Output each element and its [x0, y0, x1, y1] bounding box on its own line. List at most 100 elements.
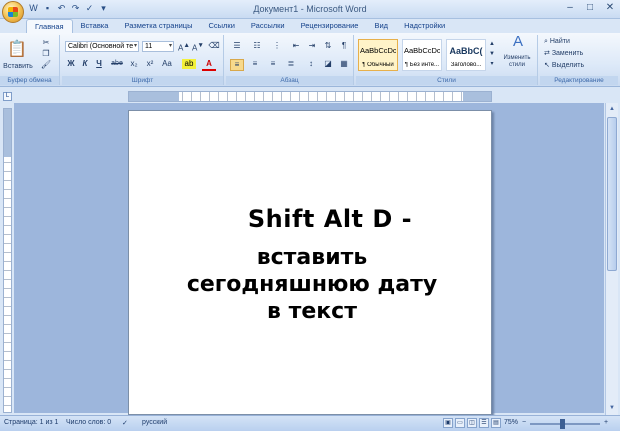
- font-size-combo[interactable]: 11 ▾: [142, 41, 174, 52]
- font-name-combo[interactable]: Calibri (Основной те ▾: [65, 41, 139, 52]
- chevron-down-icon: ▾: [168, 43, 172, 49]
- shading-icon[interactable]: ◪: [322, 59, 334, 69]
- style-no-spacing[interactable]: AaBbCcDc ¶ Без инте...: [402, 39, 442, 71]
- highlight-icon[interactable]: ab: [182, 59, 196, 69]
- borders-icon[interactable]: ▦: [338, 59, 350, 69]
- full-screen-icon[interactable]: ▭: [455, 418, 465, 428]
- find-button[interactable]: ⌕ Найти: [544, 37, 614, 47]
- replace-button[interactable]: ⇄ Заменить: [544, 49, 614, 59]
- style-name: ¶ Обычный: [362, 62, 394, 68]
- document-line-4: в текст: [267, 299, 357, 324]
- tab-insert[interactable]: Вставка: [73, 19, 117, 33]
- decrease-indent-icon[interactable]: ⇤: [290, 41, 302, 51]
- align-right-icon[interactable]: ≡: [266, 59, 280, 69]
- tab-home[interactable]: Главная: [26, 19, 73, 33]
- vertical-scrollbar[interactable]: ▲ ▼: [605, 103, 618, 415]
- tab-page-layout[interactable]: Разметка страницы: [116, 19, 200, 33]
- find-label: Найти: [549, 38, 570, 45]
- format-painter-icon[interactable]: 🖌: [40, 60, 52, 70]
- tab-view[interactable]: Вид: [366, 19, 396, 33]
- tab-references[interactable]: Ссылки: [200, 19, 242, 33]
- page-count[interactable]: Страница: 1 из 1: [4, 419, 58, 426]
- styles-scroll-icon[interactable]: ▲ ▼ ▾: [488, 39, 496, 69]
- style-sample: AaBbCcDc: [404, 46, 440, 55]
- pilcrow-icon[interactable]: ¶: [338, 41, 350, 51]
- grow-font-icon[interactable]: A▲: [178, 41, 190, 54]
- justify-icon[interactable]: ≣: [284, 59, 298, 69]
- font-size-value: 11: [145, 43, 153, 50]
- underline-button[interactable]: Ч: [94, 59, 104, 69]
- bullets-icon[interactable]: ☰: [230, 41, 244, 51]
- tab-mailings[interactable]: Рассылки: [243, 19, 293, 33]
- style-heading[interactable]: AaBbC( Заголово...: [446, 39, 486, 71]
- web-layout-icon[interactable]: ◫: [467, 418, 477, 428]
- print-layout-icon[interactable]: ▣: [443, 418, 453, 428]
- font-group-label: Шрифт: [62, 76, 223, 85]
- style-name: ¶ Без инте...: [404, 62, 440, 68]
- align-left-icon[interactable]: ≡: [230, 59, 244, 71]
- document-body[interactable]: Shift Alt D - вставить сегодняшнюю дату …: [129, 205, 491, 324]
- zoom-out-icon[interactable]: −: [522, 419, 526, 426]
- change-styles-button[interactable]: Изменить стили: [498, 55, 536, 69]
- document-page[interactable]: Shift Alt D - вставить сегодняшнюю дату …: [128, 110, 492, 415]
- language-indicator[interactable]: русский: [142, 419, 167, 426]
- clipboard-group-label: Буфер обмена: [0, 76, 59, 85]
- view-buttons: ▣ ▭ ◫ ☰ ▤: [443, 418, 501, 428]
- zoom-in-icon[interactable]: +: [604, 419, 608, 426]
- close-button[interactable]: ✕: [604, 2, 616, 13]
- vertical-ruler[interactable]: [3, 108, 12, 413]
- status-bar: Страница: 1 из 1 Число слов: 0 ✓ русский…: [0, 415, 620, 431]
- tab-review[interactable]: Рецензирование: [293, 19, 367, 33]
- window-controls: – □ ✕: [564, 2, 616, 13]
- document-line-3: сегодняшнюю дату: [186, 272, 438, 297]
- shrink-font-icon[interactable]: A▼: [192, 41, 204, 54]
- tab-selector-icon[interactable]: L: [3, 92, 12, 101]
- scroll-thumb[interactable]: [607, 117, 617, 271]
- align-center-icon[interactable]: ≡: [248, 59, 262, 69]
- zoom-slider[interactable]: [530, 419, 600, 429]
- scroll-down-icon[interactable]: ▼: [607, 403, 617, 414]
- line-spacing-icon[interactable]: ↕: [304, 59, 318, 69]
- paragraph-group: ☰ ☷ ⋮ ⇤ ⇥ ⇅ ¶ ≡ ≡ ≡ ≣ ↕ ◪ ▦ Абзац: [226, 35, 354, 85]
- multilevel-list-icon[interactable]: ⋮: [270, 41, 284, 51]
- change-case-button[interactable]: Aa: [160, 59, 174, 69]
- draft-icon[interactable]: ▤: [491, 418, 501, 428]
- font-color-icon[interactable]: A: [202, 59, 216, 71]
- proofing-icon[interactable]: ✓: [122, 419, 128, 427]
- change-styles-icon[interactable]: A: [502, 34, 534, 49]
- paste-icon[interactable]: 📋: [4, 37, 30, 63]
- style-normal[interactable]: AaBbCcDc ¶ Обычный: [358, 39, 398, 71]
- ribbon-tabs: Главная Вставка Разметка страницы Ссылки…: [26, 19, 453, 33]
- copy-icon[interactable]: ❐: [40, 49, 52, 59]
- tab-addins[interactable]: Надстройки: [396, 19, 453, 33]
- superscript-button[interactable]: x²: [144, 59, 156, 69]
- zoom-level[interactable]: 75%: [504, 419, 518, 426]
- numbering-icon[interactable]: ☷: [250, 41, 264, 51]
- maximize-button[interactable]: □: [584, 2, 596, 13]
- strikethrough-button[interactable]: abe: [110, 59, 124, 69]
- zoom-slider-knob[interactable]: [560, 419, 565, 429]
- ruler-ticks: [129, 92, 491, 101]
- bold-button[interactable]: Ж: [66, 59, 76, 69]
- cut-icon[interactable]: ✂: [40, 38, 52, 48]
- replace-label: Заменить: [551, 50, 584, 57]
- chevron-down-icon: ▾: [133, 43, 137, 49]
- clear-format-icon[interactable]: ⌫: [208, 41, 220, 51]
- horizontal-ruler[interactable]: [128, 91, 492, 102]
- styles-group-label: Стили: [356, 76, 537, 85]
- clipboard-group: 📋 Вставить ✂ ❐ 🖌 Буфер обмена: [0, 35, 60, 85]
- scroll-up-icon[interactable]: ▲: [607, 104, 617, 115]
- font-name-value: Calibri (Основной те: [68, 43, 134, 50]
- italic-button[interactable]: К: [80, 59, 90, 69]
- word-count[interactable]: Число слов: 0: [66, 419, 111, 426]
- subscript-button[interactable]: x₂: [128, 59, 140, 69]
- sort-icon[interactable]: ⇅: [322, 41, 334, 51]
- font-group: Calibri (Основной те ▾ 11 ▾ A▲ A▼ ⌫ Ж К Ч …: [62, 35, 224, 85]
- increase-indent-icon[interactable]: ⇥: [306, 41, 318, 51]
- paste-button[interactable]: Вставить: [2, 62, 34, 72]
- select-button[interactable]: ↖ Выделить: [544, 61, 614, 71]
- outline-icon[interactable]: ☰: [479, 418, 489, 428]
- minimize-button[interactable]: –: [564, 2, 576, 13]
- editing-group-label: Редактирование: [540, 76, 618, 85]
- title-bar: W ▪ ↶ ↷ ✓ ▾ Документ1 - Microsoft Word –…: [0, 0, 620, 23]
